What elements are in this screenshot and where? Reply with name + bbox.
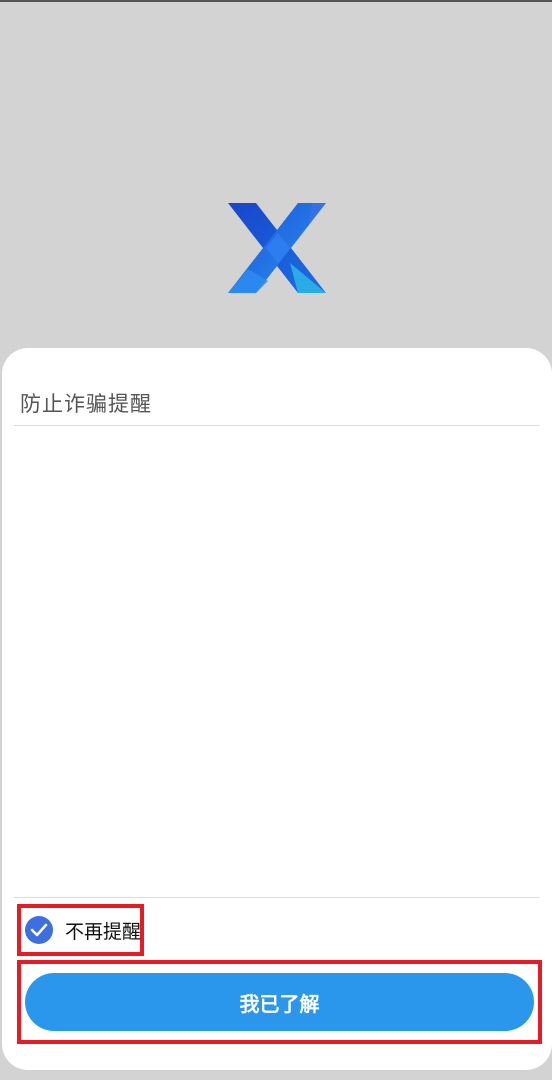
dialog-content — [14, 427, 540, 897]
checkmark-icon — [25, 916, 53, 944]
understood-button[interactable]: 我已了解 — [25, 973, 534, 1031]
x-logo-icon — [228, 203, 328, 295]
title-divider — [14, 425, 540, 426]
footer-divider — [14, 897, 540, 898]
dont-remind-checkbox[interactable]: 不再提醒 — [17, 904, 144, 956]
dont-remind-label: 不再提醒 — [65, 920, 142, 943]
status-bar-edge — [0, 0, 552, 2]
screen: 防止诈骗提醒 不再提醒 我已了解 — [0, 0, 552, 1080]
dialog-title: 防止诈骗提醒 — [20, 392, 152, 416]
confirm-highlight: 我已了解 — [17, 960, 542, 1044]
